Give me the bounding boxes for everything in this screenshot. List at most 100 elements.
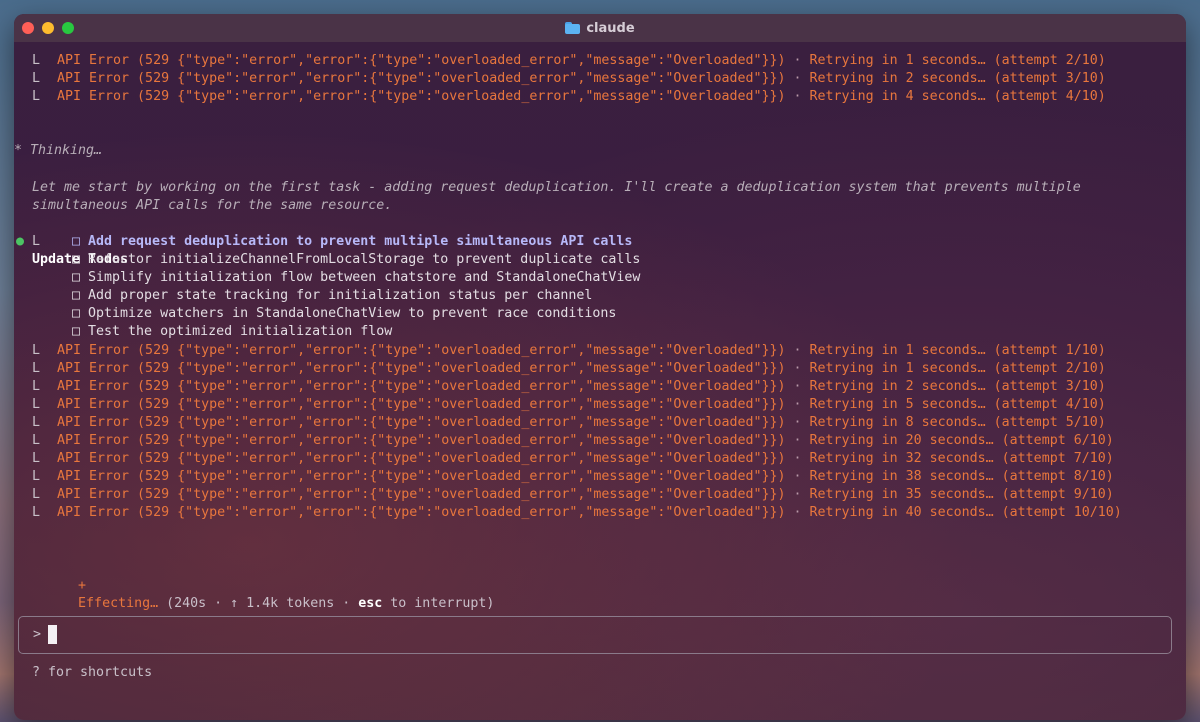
tree-connector: L xyxy=(32,414,41,430)
separator: · xyxy=(785,487,810,503)
separator: · xyxy=(785,414,810,430)
retry-message: Retrying in 20 seconds… (attempt 6/10) xyxy=(809,432,1114,448)
retry-message: Retrying in 4 seconds… (attempt 4/10) xyxy=(809,89,1106,105)
checkbox-icon: □ xyxy=(72,324,81,340)
zoom-button[interactable] xyxy=(62,22,74,34)
todo-label: Add request deduplication to prevent mul… xyxy=(88,233,633,249)
log-row: L API Error (529 {"type":"error","error":… xyxy=(14,486,1186,504)
error-message: API Error (529 {"type":"error","error":{… xyxy=(57,451,786,467)
todo-label: Optimize watchers in StandaloneChatView … xyxy=(88,306,617,322)
todo-label: Refactor initializeChannelFromLocalStora… xyxy=(88,252,641,268)
log-row: L API Error (529 {"type":"error","error":… xyxy=(14,360,1186,378)
log-row: L API Error (529 {"type":"error","error":… xyxy=(14,450,1186,468)
log-row: L API Error (529 {"type":"error","error":… xyxy=(14,52,1186,70)
retry-message: Retrying in 40 seconds… (attempt 10/10) xyxy=(809,505,1122,521)
tree-connector: L xyxy=(32,469,41,485)
log-row: L API Error (529 {"type":"error","error":… xyxy=(14,88,1186,106)
retry-message: Retrying in 2 seconds… (attempt 3/10) xyxy=(809,378,1106,394)
checkbox-icon: □ xyxy=(72,270,81,286)
log-row: L API Error (529 {"type":"error","error":… xyxy=(14,432,1186,450)
status-detail-end: to interrupt) xyxy=(382,595,495,611)
tree-connector: L xyxy=(32,378,41,394)
window-title: claude xyxy=(565,20,635,36)
terminal-window: claude L API Error (529 {"type":"error","… xyxy=(14,14,1186,720)
terminal-output: L API Error (529 {"type":"error","error":… xyxy=(14,52,1186,720)
error-message: API Error (529 {"type":"error","error":{… xyxy=(57,487,786,503)
minimize-button[interactable] xyxy=(42,22,54,34)
window-title-text: claude xyxy=(586,20,635,36)
error-message: API Error (529 {"type":"error","error":{… xyxy=(57,53,786,68)
tree-connector: L xyxy=(32,360,41,376)
interrupt-key: esc xyxy=(358,595,383,611)
todo-item: L □ Add request deduplication to prevent m… xyxy=(14,233,1186,251)
todo-item: □ Test the optimized initialization flow xyxy=(14,323,1186,341)
retry-message: Retrying in 38 seconds… (attempt 8/10) xyxy=(809,469,1114,485)
close-button[interactable] xyxy=(22,22,34,34)
status-line: + Effecting… (240s · ↑ 1.4k tokens · esc… xyxy=(14,541,1186,611)
tree-connector: L xyxy=(32,505,41,521)
separator: · xyxy=(785,505,810,521)
retry-message: Retrying in 5 seconds… (attempt 4/10) xyxy=(809,396,1106,412)
separator: · xyxy=(785,451,810,467)
tree-connector: L xyxy=(32,396,41,412)
tree-connector: L xyxy=(32,53,41,68)
tree-connector: L xyxy=(32,89,41,105)
tree-connector: L xyxy=(32,451,41,467)
retry-message: Retrying in 1 seconds… (attempt 2/10) xyxy=(809,360,1106,376)
todo-item: □ Optimize watchers in StandaloneChatView… xyxy=(14,305,1186,323)
tree-connector: L xyxy=(32,71,41,87)
error-message: API Error (529 {"type":"error","error":{… xyxy=(57,396,786,412)
spinner-icon: + xyxy=(78,577,87,593)
tree-connector: L xyxy=(32,342,41,358)
separator: · xyxy=(785,469,810,485)
error-log-bottom: L API Error (529 {"type":"error","error":… xyxy=(14,342,1186,523)
retry-message: Retrying in 2 seconds… (attempt 3/10) xyxy=(809,71,1106,87)
separator: · xyxy=(785,53,810,68)
folder-icon xyxy=(565,22,581,34)
log-row: L API Error (529 {"type":"error","error":… xyxy=(14,342,1186,360)
retry-message: Retrying in 1 seconds… (attempt 2/10) xyxy=(809,53,1106,68)
error-message: API Error (529 {"type":"error","error":{… xyxy=(57,432,786,448)
status-label: Effecting… xyxy=(78,595,159,611)
log-row: L API Error (529 {"type":"error","error":… xyxy=(14,396,1186,414)
error-message: API Error (529 {"type":"error","error":{… xyxy=(57,360,786,376)
todo-item: □ Refactor initializeChannelFromLocalStor… xyxy=(14,251,1186,269)
log-row: L API Error (529 {"type":"error","error":… xyxy=(14,378,1186,396)
separator: · xyxy=(785,360,810,376)
error-log-top: L API Error (529 {"type":"error","error":… xyxy=(14,52,1186,106)
error-message: API Error (529 {"type":"error","error":{… xyxy=(57,71,786,87)
checkbox-icon: □ xyxy=(72,306,81,322)
thinking-line: simultaneous API calls for the same reso… xyxy=(32,197,393,213)
todo-label: Add proper state tracking for initializa… xyxy=(88,288,593,304)
thinking-line: Let me start by working on the first tas… xyxy=(32,179,1081,195)
window-controls xyxy=(22,22,74,34)
error-message: API Error (529 {"type":"error","error":{… xyxy=(57,378,786,394)
title-bar: claude xyxy=(14,14,1186,42)
prompt-input[interactable]: > xyxy=(18,616,1172,654)
todos-heading: ● Update Todos xyxy=(16,233,129,268)
separator: · xyxy=(785,378,810,394)
tree-connector: L xyxy=(32,432,41,448)
error-message: API Error (529 {"type":"error","error":{… xyxy=(57,505,786,521)
separator: · xyxy=(785,342,810,358)
error-message: API Error (529 {"type":"error","error":{… xyxy=(57,414,786,430)
todo-label: Test the optimized initialization flow xyxy=(88,324,393,340)
error-message: API Error (529 {"type":"error","error":{… xyxy=(57,342,786,358)
todo-list: L □ Add request deduplication to prevent m… xyxy=(14,233,1186,342)
log-row: L API Error (529 {"type":"error","error":… xyxy=(14,414,1186,432)
separator: · xyxy=(785,89,810,105)
text-cursor xyxy=(48,625,57,644)
separator: · xyxy=(785,432,810,448)
log-row: L API Error (529 {"type":"error","error":… xyxy=(14,468,1186,486)
error-message: API Error (529 {"type":"error","error":{… xyxy=(57,469,786,485)
shortcuts-hint: ? for shortcuts xyxy=(32,665,153,680)
tree-connector: L xyxy=(32,233,41,249)
todo-item: □ Add proper state tracking for initializ… xyxy=(14,287,1186,305)
error-message: API Error (529 {"type":"error","error":{… xyxy=(57,89,786,105)
thinking-label: * Thinking… xyxy=(14,143,103,159)
retry-message: Retrying in 8 seconds… (attempt 5/10) xyxy=(809,414,1106,430)
